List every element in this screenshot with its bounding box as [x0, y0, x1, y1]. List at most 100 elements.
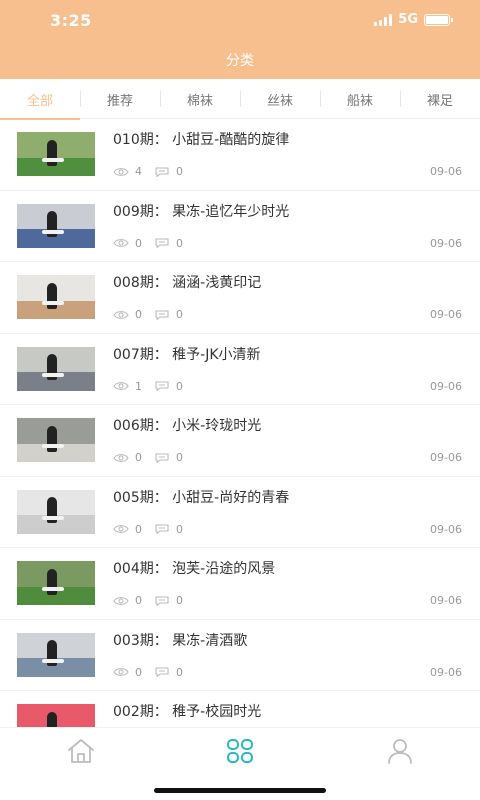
- tab-cotton-socks[interactable]: 棉袜: [160, 79, 240, 119]
- view-count: 0: [135, 308, 142, 321]
- view-count: 0: [135, 451, 142, 464]
- comment-count: 0: [176, 451, 183, 464]
- album-title: 004期： 泡芙-沿途的风景: [113, 561, 276, 577]
- network-type: 5G: [398, 12, 418, 27]
- status-time: 3:25: [50, 11, 92, 30]
- album-thumbnail: [17, 346, 95, 391]
- album-title: 002期： 稚予-校园时光: [113, 704, 262, 720]
- nav-home[interactable]: [66, 738, 96, 764]
- view-count: 0: [135, 236, 142, 250]
- eye-icon: [113, 310, 129, 319]
- list-item[interactable]: 007期： 稚予-JK小清新 1 0 09-06: [0, 334, 480, 405]
- view-count: 1: [135, 379, 142, 393]
- nav-category[interactable]: [225, 738, 255, 764]
- publish-date: 09-06: [430, 379, 462, 393]
- thumbnail-legs: [41, 587, 64, 592]
- list-item[interactable]: 010期： 小甜豆-酷酷的旋律 4 0 09-06: [0, 119, 480, 191]
- status-bar: 3:25 5G: [0, 0, 480, 40]
- battery-icon: [424, 13, 453, 26]
- album-thumbnail: [17, 275, 95, 319]
- album-title: 003期： 果冻-清酒歌: [113, 632, 248, 649]
- page-title: 分类: [226, 53, 254, 69]
- album-stats: 0 0: [113, 237, 195, 250]
- publish-date: 09-06: [430, 522, 462, 536]
- thumbnail-legs: [41, 301, 64, 306]
- view-count: 0: [135, 594, 142, 607]
- header: 3:25 5G 分类: [0, 0, 480, 79]
- thumbnail-legs: [41, 372, 64, 377]
- thumbnail-legs: [41, 515, 64, 520]
- album-thumbnail: [17, 632, 95, 677]
- comment-count: 0: [176, 379, 183, 393]
- eye-icon: [113, 596, 129, 605]
- comment-count: 0: [176, 665, 183, 679]
- publish-date: 09-06: [430, 594, 462, 607]
- view-count: 0: [135, 522, 142, 536]
- album-title: 005期： 小甜豆-尚好的青春: [113, 489, 290, 506]
- comment-icon: [155, 595, 169, 606]
- album-list: 010期： 小甜豆-酷酷的旋律 4 0 09-06 009期： 果冻-追忆年少时…: [0, 119, 480, 727]
- comment-count: 0: [176, 522, 183, 536]
- grid-icon: [227, 739, 253, 763]
- album-thumbnail: [17, 489, 95, 534]
- publish-date: 09-06: [430, 665, 462, 679]
- list-item[interactable]: 006期： 小米-玲珑时光 0 0 09-06: [0, 405, 480, 477]
- home-indicator: [154, 788, 326, 793]
- list-item[interactable]: 003期： 果冻-清酒歌 0 0 09-06: [0, 620, 480, 691]
- album-title: 006期： 小米-玲珑时光: [113, 418, 262, 434]
- thumbnail-legs: [41, 229, 64, 234]
- eye-icon: [113, 525, 129, 533]
- album-stats: 0 0: [113, 666, 195, 679]
- comment-icon: [155, 524, 169, 534]
- album-title: 010期： 小甜豆-酷酷的旋律: [113, 132, 290, 148]
- album-stats: 0 0: [113, 594, 195, 607]
- album-title: 009期： 果冻-追忆年少时光: [113, 203, 290, 220]
- tab-recommended[interactable]: 推荐: [80, 79, 160, 119]
- album-title: 008期： 涵涵-浅黄印记: [113, 275, 262, 291]
- tab-barefoot[interactable]: 裸足: [400, 79, 480, 119]
- publish-date: 09-06: [430, 236, 462, 250]
- comment-icon: [155, 452, 169, 463]
- comment-count: 0: [176, 165, 183, 178]
- user-icon: [388, 739, 412, 764]
- list-item[interactable]: 004期： 泡芙-沿途的风景 0 0 09-06: [0, 548, 480, 620]
- album-thumbnail: [17, 132, 95, 176]
- list-item[interactable]: 008期： 涵涵-浅黄印记 0 0 09-06: [0, 262, 480, 334]
- signal-icon: [374, 13, 393, 26]
- album-thumbnail: [17, 418, 95, 462]
- tab-silk-stockings[interactable]: 丝袜: [240, 79, 320, 119]
- comment-icon: [155, 309, 169, 320]
- eye-icon: [113, 167, 129, 176]
- eye-icon: [113, 668, 129, 676]
- thumbnail-legs: [41, 444, 64, 449]
- comment-icon: [155, 381, 169, 391]
- status-indicators: 5G: [374, 12, 453, 27]
- comment-icon: [155, 238, 169, 248]
- comment-icon: [155, 166, 169, 177]
- album-thumbnail: [17, 203, 95, 248]
- comment-icon: [155, 667, 169, 677]
- thumbnail-figure: [46, 711, 57, 727]
- album-thumbnail: [17, 561, 95, 605]
- tab-boat-socks[interactable]: 船袜: [320, 79, 400, 119]
- album-stats: 0 0: [113, 451, 195, 464]
- category-tabs: 全部 推荐 棉袜 丝袜 船袜 裸足: [0, 79, 480, 120]
- album-thumbnail: [17, 704, 95, 727]
- nav-profile[interactable]: [385, 738, 415, 764]
- publish-date: 09-06: [430, 451, 462, 464]
- list-item[interactable]: 005期： 小甜豆-尚好的青春 0 0 09-06: [0, 477, 480, 548]
- eye-icon: [113, 382, 129, 390]
- comment-count: 0: [176, 308, 183, 321]
- album-stats: 1 0: [113, 380, 195, 393]
- list-item[interactable]: 002期： 稚予-校园时光 0 0 09-06: [0, 691, 480, 727]
- album-stats: 0 0: [113, 308, 195, 321]
- list-item[interactable]: 009期： 果冻-追忆年少时光 0 0 09-06: [0, 191, 480, 262]
- tab-all[interactable]: 全部: [0, 79, 80, 120]
- album-stats: 4 0: [113, 165, 195, 178]
- view-count: 0: [135, 665, 142, 679]
- thumbnail-legs: [41, 658, 64, 663]
- comment-count: 0: [176, 236, 183, 250]
- comment-count: 0: [176, 594, 183, 607]
- home-icon: [68, 739, 94, 763]
- album-stats: 0 0: [113, 523, 195, 536]
